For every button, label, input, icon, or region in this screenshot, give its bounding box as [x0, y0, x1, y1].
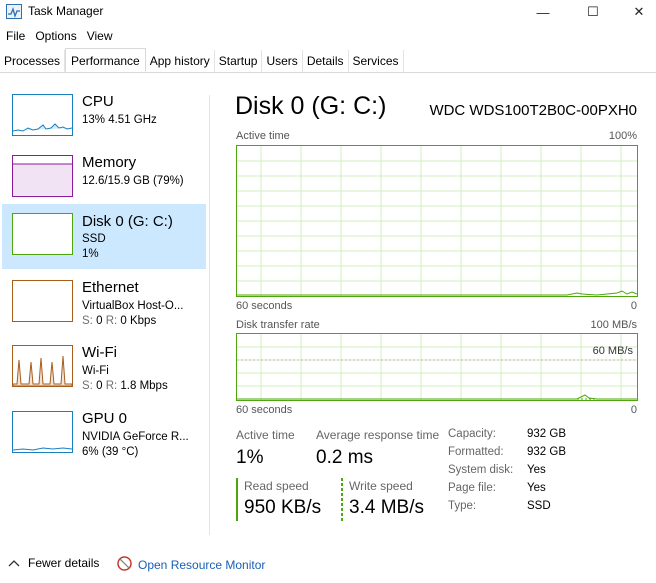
- gpu-model-text: NVIDIA GeForce R...: [82, 431, 189, 443]
- page-title: Disk 0 (G: C:): [235, 92, 387, 120]
- page-file-label: Page file:: [448, 482, 496, 494]
- write-speed-indicator: [341, 478, 343, 521]
- wifi-adapter-text: Wi-Fi: [82, 365, 109, 377]
- tab-services[interactable]: Services: [349, 50, 404, 72]
- tab-app-history[interactable]: App history: [146, 50, 215, 72]
- title-bar: Task Manager — ☐ ✕: [0, 0, 656, 24]
- read-speed-label: Read speed: [244, 479, 309, 493]
- resource-sidebar: CPU 13% 4.51 GHz Memory 12.6/15.9 GB (79…: [0, 86, 210, 536]
- menu-file[interactable]: File: [0, 27, 30, 45]
- capacity-value: 932 GB: [527, 428, 566, 440]
- panel-divider: [209, 95, 210, 535]
- fewer-details-button[interactable]: Fewer details: [8, 556, 99, 570]
- system-disk-value: Yes: [527, 464, 546, 476]
- task-manager-icon: [6, 4, 22, 19]
- ethernet-throughput: S: 0 R: 0 Kbps: [82, 315, 157, 327]
- resource-monitor-label: Open Resource Monitor: [138, 558, 266, 572]
- transfer-x-right: 0: [630, 404, 637, 416]
- memory-thumbnail-graph: [12, 155, 73, 197]
- sidebar-item-label: Memory: [82, 154, 137, 171]
- disk-thumbnail-graph: [12, 213, 73, 255]
- avg-response-value: 0.2 ms: [316, 447, 374, 468]
- system-disk-label: System disk:: [448, 464, 514, 476]
- disk-type-text: SSD: [82, 233, 106, 245]
- formatted-label: Formatted:: [448, 446, 504, 458]
- active-time-x-right: 0: [630, 300, 637, 312]
- sidebar-item-gpu[interactable]: GPU 0 NVIDIA GeForce R... 6% (39 °C): [2, 405, 206, 470]
- tab-processes[interactable]: Processes: [0, 50, 66, 72]
- close-button[interactable]: ✕: [616, 0, 656, 24]
- tab-users[interactable]: Users: [262, 50, 303, 72]
- ethernet-thumbnail-graph: [12, 280, 73, 322]
- formatted-value: 932 GB: [527, 446, 566, 458]
- page-file-value: Yes: [527, 482, 546, 494]
- active-time-value: 1%: [236, 447, 264, 468]
- open-resource-monitor-link[interactable]: Open Resource Monitor: [117, 556, 265, 574]
- avg-response-label: Average response time: [316, 428, 440, 442]
- write-speed-label: Write speed: [349, 479, 413, 493]
- read-speed-indicator: [236, 478, 238, 521]
- disk-model: WDC WDS100T2B0C-00PXH0: [429, 102, 637, 119]
- active-time-graph-label: Active time: [236, 130, 290, 142]
- fewer-details-label: Fewer details: [28, 556, 100, 570]
- type-value: SSD: [527, 500, 551, 512]
- maximize-button[interactable]: ☐: [570, 0, 616, 24]
- sidebar-item-cpu[interactable]: CPU 13% 4.51 GHz: [2, 88, 206, 153]
- resource-monitor-icon: [117, 556, 132, 574]
- wifi-thumbnail-graph: [12, 345, 73, 387]
- window-title: Task Manager: [28, 4, 104, 18]
- gpu-thumbnail-graph: [12, 411, 73, 453]
- transfer-graph-label: Disk transfer rate: [236, 319, 320, 331]
- menu-bar: File Options View: [0, 27, 118, 45]
- tab-bar: Processes Performance App history Startu…: [0, 48, 656, 73]
- sidebar-item-label: GPU 0: [82, 410, 128, 427]
- tab-startup[interactable]: Startup: [215, 50, 263, 72]
- cpu-thumbnail-graph: [12, 94, 73, 136]
- menu-view[interactable]: View: [82, 27, 118, 45]
- sidebar-item-label: Ethernet: [82, 279, 139, 296]
- type-label: Type:: [448, 500, 477, 512]
- sidebar-item-wifi[interactable]: Wi-Fi Wi-Fi S: 0 R: 1.8 Mbps: [2, 339, 206, 404]
- tab-details[interactable]: Details: [303, 50, 349, 72]
- cpu-usage-text: 13% 4.51 GHz: [82, 114, 157, 126]
- ethernet-adapter-text: VirtualBox Host-O...: [82, 300, 184, 312]
- minimize-button[interactable]: —: [520, 0, 566, 24]
- memory-usage-text: 12.6/15.9 GB (79%): [82, 175, 184, 187]
- sidebar-item-label: Disk 0 (G: C:): [82, 213, 173, 230]
- menu-options[interactable]: Options: [30, 27, 81, 45]
- capacity-label: Capacity:: [448, 428, 496, 440]
- sidebar-item-disk[interactable]: Disk 0 (G: C:) SSD 1%: [2, 204, 206, 269]
- transfer-graph-max: 100 MB/s: [590, 319, 637, 331]
- sidebar-item-ethernet[interactable]: Ethernet VirtualBox Host-O... S: 0 R: 0 …: [2, 274, 206, 339]
- transfer-graph-mid: 60 MB/s: [592, 345, 633, 357]
- active-time-graph: [236, 145, 638, 297]
- tab-performance[interactable]: Performance: [65, 48, 146, 72]
- transfer-rate-graph: [236, 333, 638, 401]
- write-speed-value: 3.4 MB/s: [349, 497, 424, 518]
- gpu-usage-text: 6% (39 °C): [82, 446, 139, 458]
- read-speed-value: 950 KB/s: [244, 497, 322, 518]
- active-time-x-left: 60 seconds: [236, 300, 293, 312]
- chevron-up-icon: [8, 556, 20, 570]
- sidebar-item-label: Wi-Fi: [82, 344, 117, 361]
- sidebar-item-label: CPU: [82, 93, 114, 110]
- active-time-label: Active time: [236, 428, 295, 442]
- active-time-graph-max: 100%: [608, 130, 637, 142]
- transfer-x-left: 60 seconds: [236, 404, 293, 416]
- wifi-throughput: S: 0 R: 1.8 Mbps: [82, 380, 168, 392]
- disk-usage-text: 1%: [82, 248, 99, 260]
